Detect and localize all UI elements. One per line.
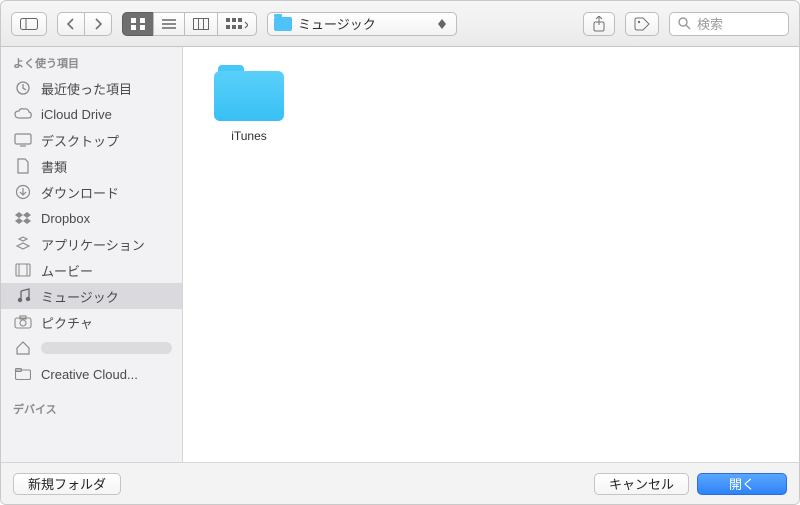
cloud-icon <box>13 107 33 121</box>
file-browser[interactable]: iTunes <box>183 47 799 462</box>
dropbox-icon <box>13 211 33 225</box>
new-folder-button[interactable]: 新規フォルダ <box>13 473 121 495</box>
sidebar-favorites-list: 最近使った項目 iCloud Drive デスクトップ 書類 ダウンロード <box>1 75 182 387</box>
sidebar-item-home[interactable] <box>1 335 182 361</box>
sidebar-item-dropbox[interactable]: Dropbox <box>1 205 182 231</box>
folder-icon <box>274 17 292 31</box>
view-icons-button[interactable] <box>122 12 153 36</box>
music-icon <box>13 288 33 304</box>
sidebar-devices-header: デバイス <box>1 393 182 421</box>
sidebar-item-label: Creative Cloud... <box>41 367 138 382</box>
camera-icon <box>13 315 33 329</box>
sidebar-favorites-header: よく使う項目 <box>1 47 182 75</box>
gallery-icon <box>226 18 248 30</box>
search-icon <box>678 17 691 30</box>
sidebar-item-recents[interactable]: 最近使った項目 <box>1 75 182 101</box>
apps-icon <box>13 236 33 252</box>
sidebar-item-label: 最近使った項目 <box>41 79 132 98</box>
search-field[interactable]: 検索 <box>669 12 789 36</box>
folder-icon <box>214 65 284 121</box>
tag-icon <box>634 17 650 31</box>
sidebar-item-label: ダウンロード <box>41 183 119 202</box>
open-button[interactable]: 開く <box>697 473 787 495</box>
sidebar-item-pictures[interactable]: ピクチャ <box>1 309 182 335</box>
movie-icon <box>13 263 33 277</box>
doc-icon <box>13 158 33 174</box>
chevron-left-icon <box>66 18 76 30</box>
sidebar-item-icloud[interactable]: iCloud Drive <box>1 101 182 127</box>
clock-icon <box>13 80 33 96</box>
file-label: iTunes <box>231 129 267 143</box>
sidebar-item-movies[interactable]: ムービー <box>1 257 182 283</box>
sidebar-item-creative-cloud[interactable]: Creative Cloud... <box>1 361 182 387</box>
sidebar-icon <box>20 18 38 30</box>
chevron-right-icon <box>93 18 103 30</box>
path-label: ミュージック <box>298 14 376 33</box>
folder-icon <box>13 368 33 380</box>
sidebar-item-label: iCloud Drive <box>41 107 112 122</box>
view-mode-group <box>122 12 257 36</box>
sidebar-item-music[interactable]: ミュージック <box>1 283 182 309</box>
icon-grid: iTunes <box>183 47 799 161</box>
nav-group <box>57 12 112 36</box>
desktop-icon <box>13 133 33 147</box>
view-gallery-button[interactable] <box>217 12 257 36</box>
search-placeholder: 検索 <box>697 14 723 33</box>
sidebar-item-label: アプリケーション <box>41 235 145 254</box>
home-icon <box>13 341 33 355</box>
sidebar-item-label: 書類 <box>41 157 67 176</box>
sidebar-item-label: デスクトップ <box>41 131 119 150</box>
sidebar-item-applications[interactable]: アプリケーション <box>1 231 182 257</box>
cancel-button[interactable]: キャンセル <box>594 473 689 495</box>
list-icon <box>162 18 176 30</box>
tags-button[interactable] <box>625 12 659 36</box>
back-button[interactable] <box>57 12 84 36</box>
sidebar-item-label: ミュージック <box>41 287 119 306</box>
view-columns-button[interactable] <box>184 12 217 36</box>
folder-item-itunes[interactable]: iTunes <box>207 65 291 143</box>
forward-button[interactable] <box>84 12 112 36</box>
share-button[interactable] <box>583 12 615 36</box>
dialog-footer: 新規フォルダ キャンセル 開く <box>1 462 799 504</box>
sidebar-item-downloads[interactable]: ダウンロード <box>1 179 182 205</box>
download-icon <box>13 184 33 200</box>
sidebar-item-documents[interactable]: 書類 <box>1 153 182 179</box>
sidebar: よく使う項目 最近使った項目 iCloud Drive デスクトップ 書類 <box>1 47 183 462</box>
dialog-body: よく使う項目 最近使った項目 iCloud Drive デスクトップ 書類 <box>1 47 799 462</box>
stepper-icon <box>434 19 450 29</box>
sidebar-toggle-button[interactable] <box>11 12 47 36</box>
columns-icon <box>193 18 209 30</box>
redacted-label <box>41 342 172 354</box>
open-dialog: ミュージック 検索 よく使う項目 最近使った項目 <box>0 0 800 505</box>
sidebar-item-label: Dropbox <box>41 211 90 226</box>
sidebar-item-label: ムービー <box>41 261 93 280</box>
grid-icon <box>131 18 145 30</box>
view-list-button[interactable] <box>153 12 184 36</box>
share-icon <box>592 16 606 32</box>
toolbar: ミュージック 検索 <box>1 1 799 47</box>
sidebar-item-desktop[interactable]: デスクトップ <box>1 127 182 153</box>
path-selector[interactable]: ミュージック <box>267 12 457 36</box>
sidebar-item-label: ピクチャ <box>41 313 93 332</box>
